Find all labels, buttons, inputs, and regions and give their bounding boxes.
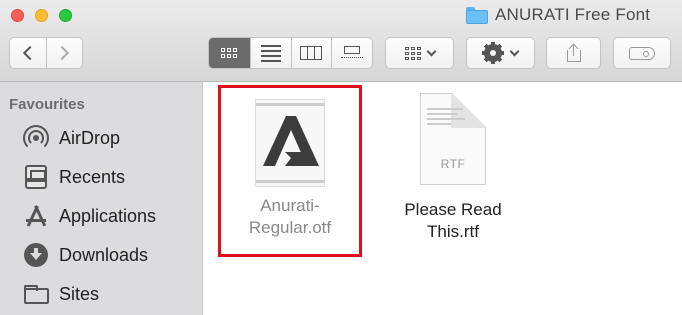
- window-title-text: ANURATI Free Font: [495, 5, 651, 24]
- file-extension-label: RTF: [440, 157, 466, 171]
- gallery-view-icon: [341, 46, 364, 60]
- icon-view-button[interactable]: [209, 38, 250, 68]
- chevron-right-icon: [55, 45, 70, 61]
- folder-icon: [466, 6, 488, 24]
- group-by-button[interactable]: [385, 37, 454, 69]
- sidebar-item-recents[interactable]: Recents: [0, 159, 202, 195]
- sidebar-item-label: Downloads: [59, 244, 149, 265]
- sidebar-item-downloads[interactable]: Downloads: [0, 237, 202, 273]
- recents-icon: [25, 165, 47, 189]
- file-name-line: This.rtf: [427, 222, 479, 241]
- view-mode-buttons: [208, 37, 373, 69]
- list-view-icon: [260, 44, 281, 62]
- file-browser: Anurati- Regular.otf RTF Please Read Thi…: [204, 83, 682, 315]
- share-button[interactable]: [546, 37, 601, 69]
- window-title: ANURATI Free Font: [466, 3, 650, 27]
- close-button[interactable]: [11, 9, 24, 22]
- chevron-left-icon: [22, 45, 38, 61]
- navigation-buttons: [9, 37, 83, 69]
- file-name: Please Read This.rtf: [404, 199, 501, 243]
- toolbar: ANURATI Free Font: [0, 0, 682, 82]
- sidebar-item-label: Applications: [59, 205, 157, 226]
- share-icon: [566, 43, 582, 62]
- file-name-line: Please Read: [404, 200, 502, 219]
- back-button[interactable]: [10, 38, 46, 68]
- sidebar-item-label: Sites: [59, 283, 100, 304]
- sidebar-item-label: AirDrop: [59, 127, 121, 148]
- rtf-document-icon: RTF: [420, 92, 487, 185]
- downloads-icon: [24, 243, 48, 267]
- column-view-icon: [300, 46, 323, 60]
- file-name-line: Regular.otf: [248, 218, 332, 237]
- folder-icon: [23, 284, 49, 304]
- airdrop-icon: [23, 125, 49, 151]
- sidebar-item-applications[interactable]: Applications: [0, 198, 202, 234]
- file-name: Anurati- Regular.otf: [249, 195, 331, 239]
- minimize-button[interactable]: [35, 9, 48, 22]
- tag-icon: [629, 46, 655, 60]
- zoom-button[interactable]: [59, 9, 72, 22]
- gear-icon: [481, 42, 504, 64]
- sidebar-item-sites[interactable]: Sites: [0, 276, 202, 312]
- icon-view-icon: [221, 48, 238, 58]
- action-button[interactable]: [466, 37, 535, 69]
- sidebar: Favourites AirDrop Recents Applications …: [0, 82, 203, 315]
- chevron-down-icon: [509, 46, 519, 56]
- column-view-button[interactable]: [290, 38, 332, 68]
- applications-icon: [23, 204, 49, 228]
- file-item-font[interactable]: Anurati- Regular.otf: [218, 85, 362, 257]
- font-file-icon: [255, 99, 325, 187]
- file-name-line: Anurati-: [260, 196, 320, 215]
- list-view-button[interactable]: [249, 38, 291, 68]
- file-item-rtf[interactable]: RTF Please Read This.rtf: [394, 92, 512, 243]
- gallery-view-button[interactable]: [331, 38, 372, 68]
- forward-button[interactable]: [45, 38, 82, 68]
- sidebar-heading: Favourites: [9, 96, 85, 113]
- sidebar-item-label: Recents: [59, 166, 126, 187]
- tag-button[interactable]: [613, 37, 671, 69]
- group-icon: [404, 46, 421, 60]
- finder-window: ANURATI Free Font Favourites AirDrop Rec…: [0, 0, 682, 315]
- chevron-down-icon: [426, 46, 436, 56]
- sidebar-item-airdrop[interactable]: AirDrop: [0, 120, 202, 156]
